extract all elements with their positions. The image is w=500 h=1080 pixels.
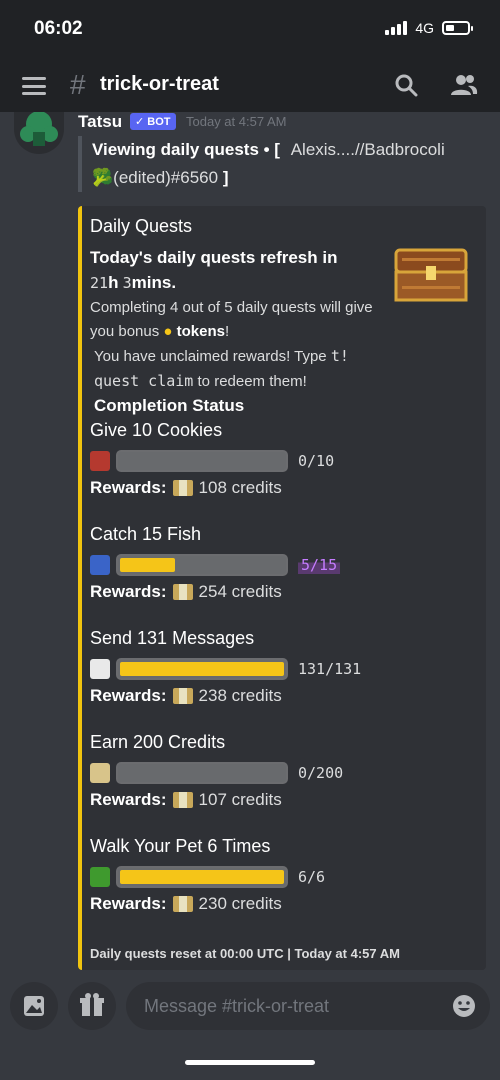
embed-title: Daily Quests xyxy=(90,216,193,236)
hash-icon: # xyxy=(70,69,86,100)
bonus-text: Completing 4 out of 5 daily quests will … xyxy=(90,299,373,340)
quest-item: Give 10 Cookies 0/10 Rewards: 108 credits xyxy=(90,420,380,502)
progress-fill xyxy=(120,662,284,676)
refresh-hours: 21 xyxy=(90,274,109,292)
channel-header: # trick-or-treat xyxy=(0,60,500,112)
rewards-label: Rewards: xyxy=(90,790,167,809)
emoji-icon[interactable] xyxy=(452,994,476,1018)
quest-name: Send 131 Messages xyxy=(90,628,255,648)
status-indicators: 4G xyxy=(385,20,473,36)
quest-icon xyxy=(90,763,110,783)
status-time: 06:02 xyxy=(34,18,83,39)
reward-row: Rewards: 108 credits xyxy=(90,474,380,502)
quote-bold-text: Viewing daily quests • [ xyxy=(92,140,280,159)
reward-amount: 254 credits xyxy=(198,582,282,601)
progress-fill xyxy=(120,870,284,884)
quest-name: Catch 15 Fish xyxy=(90,524,202,544)
gift-button[interactable] xyxy=(68,982,116,1030)
reward-amount: 107 credits xyxy=(198,790,282,809)
menu-icon[interactable] xyxy=(22,77,46,95)
quote-discriminator: 🥦(edited)#6560 xyxy=(92,168,219,187)
rewards-label: Rewards: xyxy=(90,894,167,913)
progress-bar xyxy=(116,762,288,784)
quest-item: Walk Your Pet 6 Times 6/6 Rewards: 230 cred… xyxy=(90,836,380,918)
image-icon xyxy=(24,996,44,1016)
quest-progress-row: 0/200 xyxy=(90,760,380,786)
channel-title: trick-or-treat xyxy=(100,73,219,95)
chat-area[interactable]: Tatsu ✓ BOT Today at 4:57 AM Viewing dai… xyxy=(0,112,500,970)
refresh-minutes: 3 xyxy=(122,274,132,292)
redeem-text: to redeem them! xyxy=(197,373,307,390)
rewards-label: Rewards: xyxy=(90,686,167,705)
reward-row: Rewards: 238 credits xyxy=(90,682,380,710)
quote-username[interactable]: Alexis....//Badbrocoli xyxy=(291,140,445,159)
progress-bar xyxy=(116,450,288,472)
gift-icon xyxy=(80,993,104,1016)
message-author[interactable]: Tatsu xyxy=(78,112,122,132)
completion-title: Completion Status xyxy=(94,396,245,415)
progress-count: 0/10 xyxy=(298,452,335,470)
refresh-mins-label: mins. xyxy=(131,273,177,292)
progress-bar xyxy=(116,866,288,888)
refresh-h-label: h xyxy=(108,273,119,292)
status-bar: 06:02 4G xyxy=(0,0,500,60)
coin-icon: ● xyxy=(163,323,173,340)
quest-progress-row: 0/10 xyxy=(90,448,380,474)
search-icon[interactable] xyxy=(394,73,418,97)
quest-item: Catch 15 Fish 5/15 Rewards: 254 credits xyxy=(90,524,380,606)
network-label: 4G xyxy=(415,20,434,36)
credits-icon xyxy=(172,792,193,808)
message-timestamp: Today at 4:57 AM xyxy=(186,114,287,129)
members-icon[interactable] xyxy=(450,73,478,97)
home-indicator xyxy=(185,1060,315,1065)
refresh-prefix: Today's daily quests refresh in xyxy=(90,248,338,267)
quest-item: Earn 200 Credits 0/200 Rewards: 107 credits xyxy=(90,732,380,814)
battery-icon xyxy=(442,21,473,35)
reward-row: Rewards: 230 credits xyxy=(90,890,380,918)
progress-fill xyxy=(120,558,175,572)
image-upload-button[interactable] xyxy=(10,982,58,1030)
signal-icon xyxy=(385,21,408,35)
reward-row: Rewards: 107 credits xyxy=(90,786,380,814)
quote-close: ] xyxy=(222,168,229,187)
credits-icon xyxy=(172,584,193,600)
credits-icon xyxy=(172,896,193,912)
embed-footer: Daily quests reset at 00:00 UTC | Today … xyxy=(90,946,400,961)
progress-count: 5/15 xyxy=(298,556,341,574)
reward-amount: 108 credits xyxy=(198,478,282,497)
unclaimed-text: You have unclaimed rewards! Type xyxy=(94,348,327,365)
quest-embed: Daily Quests Today's daily quests refres… xyxy=(78,206,486,970)
quoted-header: Viewing daily quests • [ Alexis....//Bad… xyxy=(78,136,488,192)
quest-name: Earn 200 Credits xyxy=(90,732,226,752)
progress-count: 0/200 xyxy=(298,764,344,782)
quest-name: Give 10 Cookies xyxy=(90,420,223,440)
progress-bar xyxy=(116,554,288,576)
rewards-label: Rewards: xyxy=(90,478,167,497)
bot-badge: ✓ BOT xyxy=(130,113,176,130)
credits-icon xyxy=(172,688,193,704)
reward-amount: 238 credits xyxy=(198,686,282,705)
treasure-chest-icon xyxy=(394,248,468,302)
quest-item: Send 131 Messages 131/131 Rewards: 238 cred… xyxy=(90,628,380,710)
reward-amount: 230 credits xyxy=(198,894,282,913)
reward-row: Rewards: 254 credits xyxy=(90,578,380,606)
rewards-label: Rewards: xyxy=(90,582,167,601)
avatar[interactable] xyxy=(14,112,64,154)
quest-icon xyxy=(90,555,110,575)
embed-description: Today's daily quests refresh in 21h 3min… xyxy=(90,248,373,415)
credits-icon xyxy=(172,480,193,496)
quest-progress-row: 6/6 xyxy=(90,864,380,890)
quest-progress-row: 5/15 xyxy=(90,552,380,578)
progress-bar xyxy=(116,658,288,680)
progress-count: 6/6 xyxy=(298,868,326,886)
quest-icon xyxy=(90,867,110,887)
progress-count: 131/131 xyxy=(298,660,362,678)
message-input[interactable] xyxy=(126,982,490,1030)
quest-icon xyxy=(90,451,110,471)
quest-icon xyxy=(90,659,110,679)
tokens-word: tokens xyxy=(176,323,225,340)
quest-progress-row: 131/131 xyxy=(90,656,380,682)
quest-name: Walk Your Pet 6 Times xyxy=(90,836,271,856)
